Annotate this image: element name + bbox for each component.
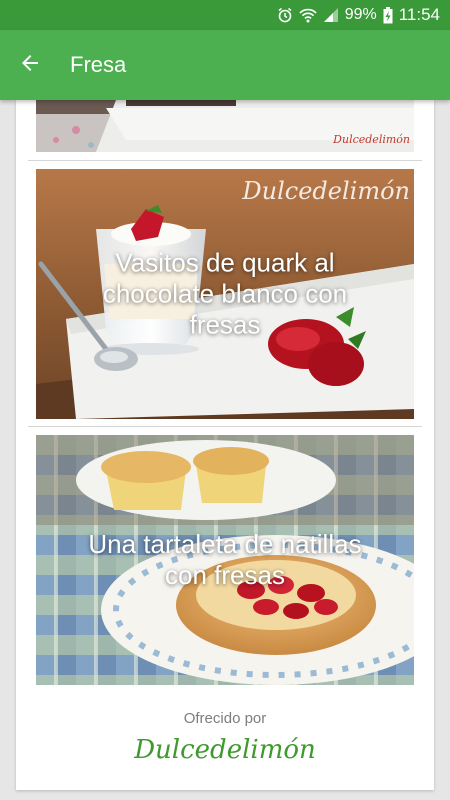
recipe-title: Vasitos de quark al chocolate blanco con… <box>102 247 348 340</box>
recipe-card[interactable]: Dulcedelimón <box>36 100 414 152</box>
clock: 11:54 <box>398 5 440 24</box>
status-bar: 99% 11:54 <box>0 0 450 30</box>
arrow-left-icon <box>18 51 42 80</box>
recipe-watermark: Dulcedelimón <box>333 133 410 146</box>
wifi-icon <box>299 7 317 23</box>
recipe-card[interactable]: Una tartaleta de natillas con fresas <box>36 435 414 685</box>
recipe-card[interactable]: Dulcedelimón Vasitos de quark al chocola… <box>36 169 414 419</box>
recipe-title: Una tartaleta de natillas con fresas <box>88 529 362 590</box>
alarm-icon <box>277 7 293 23</box>
battery-charging-icon <box>383 6 393 24</box>
brand-name: Dulcedelimón <box>133 735 316 765</box>
signal-icon <box>323 7 339 23</box>
app-bar: Fresa <box>0 30 450 100</box>
divider <box>28 160 422 161</box>
divider <box>28 426 422 427</box>
back-button[interactable] <box>0 30 60 100</box>
offered-by-label: Ofrecido por <box>183 710 267 727</box>
page-title: Fresa <box>70 52 127 77</box>
recipe-list[interactable]: Dulcedelimón Dulcedelimón Vasitos de qua… <box>16 100 434 790</box>
battery-label: 99% <box>344 6 377 23</box>
recipe-watermark: Dulcedelimón <box>242 177 410 205</box>
brand-logo[interactable]: Dulcedelimón <box>16 728 434 768</box>
